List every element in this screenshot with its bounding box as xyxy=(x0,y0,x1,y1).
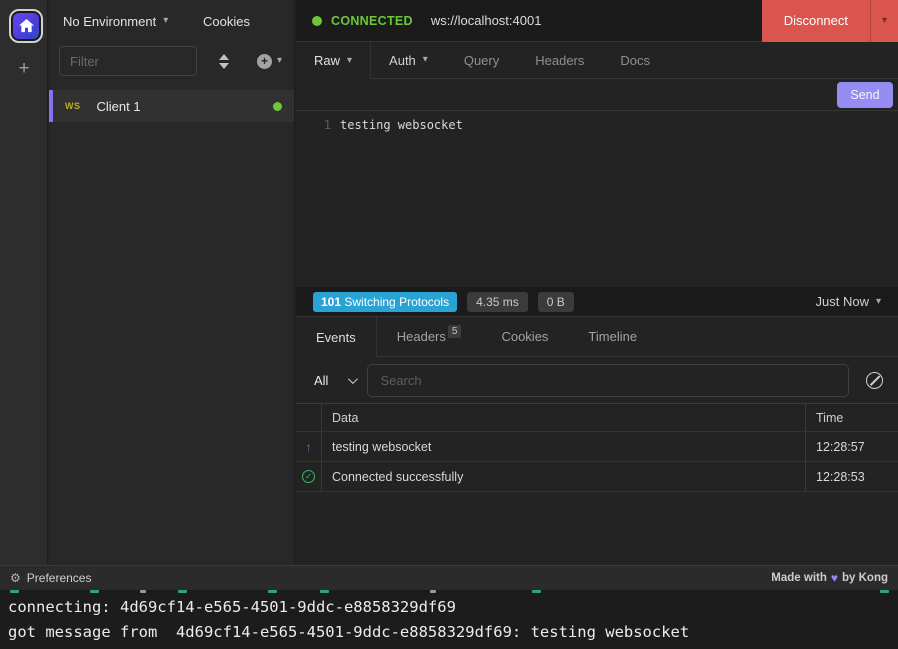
clear-events-icon[interactable] xyxy=(866,372,883,389)
event-type-value: All xyxy=(314,373,328,388)
table-row[interactable]: ↑ testing websocket 12:28:57 xyxy=(296,432,898,462)
preferences-label: Preferences xyxy=(27,571,92,585)
caret-down-icon: ▾ xyxy=(882,16,887,26)
message-sent-icon: ↑ xyxy=(306,440,312,454)
event-type-select[interactable]: All xyxy=(311,373,355,388)
terminal-clipped-line xyxy=(0,590,898,594)
caret-down-icon: ▾ xyxy=(347,56,352,66)
connected-dot-icon xyxy=(273,102,282,111)
tab-events[interactable]: Events xyxy=(296,317,377,357)
line-number: 1 xyxy=(296,118,340,287)
sidebar: No Environment ▾ Cookies + ▾ WS Client 1 xyxy=(49,0,295,565)
main-pane: CONNECTED ws://localhost:4001 Disconnect… xyxy=(296,0,898,565)
gear-icon: ⚙ xyxy=(10,571,21,585)
kong-credit: Made with ♥ by Kong xyxy=(771,571,888,585)
disconnect-button[interactable]: Disconnect xyxy=(762,0,870,42)
terminal-line: connecting: 4d69cf14-e565-4501-9ddc-e885… xyxy=(8,595,898,620)
plus-circle-icon: + xyxy=(257,54,272,69)
response-status-bar: 101 Switching Protocols 4.35 ms 0 B Just… xyxy=(296,287,898,317)
home-button[interactable] xyxy=(9,9,43,43)
response-tab-bar: Events Headers 5 Cookies Timeline xyxy=(296,317,898,357)
terminal-line: got message from 4d69cf14-e565-4501-9ddc… xyxy=(8,620,898,645)
event-time: 12:28:57 xyxy=(805,432,898,461)
request-tabs: Auth ▾ Query Headers Docs xyxy=(371,42,898,79)
tab-resp-cookies[interactable]: Cookies xyxy=(481,317,568,356)
caret-down-icon: ▾ xyxy=(876,297,881,307)
connected-check-icon: ✓ xyxy=(302,470,315,483)
headers-count-badge: 5 xyxy=(448,325,462,338)
sidebar-item-client-1[interactable]: WS Client 1 xyxy=(49,90,294,122)
home-icon xyxy=(13,13,39,39)
history-label: Just Now xyxy=(816,294,869,309)
event-data: testing websocket xyxy=(322,432,805,461)
status-code-badge: 101 Switching Protocols xyxy=(313,292,457,312)
table-row[interactable]: ✓ Connected successfully 12:28:53 xyxy=(296,462,898,492)
status-footer: ⚙ Preferences Made with ♥ by Kong xyxy=(0,565,898,590)
response-time-badge: 4.35 ms xyxy=(467,292,528,312)
made-with-text: Made with xyxy=(771,572,827,584)
chevron-down-icon xyxy=(348,374,358,384)
body-editor[interactable]: 1 testing websocket xyxy=(296,111,898,287)
websocket-url[interactable]: ws://localhost:4001 xyxy=(431,13,542,28)
events-table: Data Time ↑ testing websocket 12:28:57 ✓… xyxy=(296,403,898,492)
caret-down-icon: ▾ xyxy=(277,56,282,66)
event-time: 12:28:53 xyxy=(805,462,898,491)
editor-content: testing websocket xyxy=(340,118,463,287)
sort-icon[interactable] xyxy=(219,54,229,69)
tab-body-raw[interactable]: Raw ▾ xyxy=(296,42,371,79)
caret-down-icon: ▾ xyxy=(163,16,168,26)
time-column-header: Time xyxy=(805,404,898,431)
tab-headers[interactable]: Headers xyxy=(517,42,602,78)
cookies-button[interactable]: Cookies xyxy=(203,14,250,29)
sidebar-filter-row: + ▾ xyxy=(49,42,294,80)
new-project-button[interactable]: + xyxy=(0,58,48,80)
connection-status: CONNECTED xyxy=(331,14,413,28)
response-size-badge: 0 B xyxy=(538,292,574,312)
heart-icon: ♥ xyxy=(831,571,838,585)
disconnect-options-button[interactable]: ▾ xyxy=(870,0,898,42)
tab-query[interactable]: Query xyxy=(446,42,517,78)
by-kong-text: by Kong xyxy=(842,572,888,584)
url-bar: CONNECTED ws://localhost:4001 Disconnect… xyxy=(296,0,898,42)
environment-label: No Environment xyxy=(63,14,156,29)
environment-selector[interactable]: No Environment ▾ xyxy=(63,14,168,29)
response-tabs: Headers 5 Cookies Timeline xyxy=(377,317,898,357)
search-input[interactable] xyxy=(367,364,849,397)
send-row: Send xyxy=(296,79,898,111)
sidebar-header: No Environment ▾ Cookies xyxy=(49,0,294,42)
ws-method-tag: WS xyxy=(65,101,81,111)
status-text: Switching Protocols xyxy=(344,295,449,309)
event-data: Connected successfully xyxy=(322,462,805,491)
events-filter-row: All xyxy=(296,357,898,403)
headers-tab-label: Headers xyxy=(397,329,446,344)
activity-rail: + xyxy=(0,0,48,565)
preferences-button[interactable]: ⚙ Preferences xyxy=(10,571,91,585)
caret-down-icon: ▾ xyxy=(423,55,428,65)
request-tab-bar: Raw ▾ Auth ▾ Query Headers Docs xyxy=(296,42,898,79)
request-name: Client 1 xyxy=(97,99,141,114)
raw-tab-label: Raw xyxy=(314,53,340,68)
app-window: + No Environment ▾ Cookies + ▾ WS Client… xyxy=(0,0,898,649)
table-header-row: Data Time xyxy=(296,404,898,432)
tab-auth[interactable]: Auth ▾ xyxy=(371,42,446,78)
status-code: 101 xyxy=(321,295,341,309)
tab-docs[interactable]: Docs xyxy=(602,42,668,78)
data-column-header: Data xyxy=(322,404,805,431)
icon-column-header xyxy=(296,404,322,431)
disconnect-button-group: Disconnect ▾ xyxy=(762,0,898,42)
terminal-panel: connecting: 4d69cf14-e565-4501-9ddc-e885… xyxy=(0,590,898,649)
tab-resp-headers[interactable]: Headers 5 xyxy=(377,317,482,356)
auth-tab-label: Auth xyxy=(389,53,416,68)
status-dot-icon xyxy=(312,16,322,26)
filter-input[interactable] xyxy=(59,46,197,76)
response-history-dropdown[interactable]: Just Now ▾ xyxy=(816,294,882,309)
send-button[interactable]: Send xyxy=(837,82,893,108)
add-request-button[interactable]: + ▾ xyxy=(257,54,282,69)
tab-timeline[interactable]: Timeline xyxy=(568,317,657,356)
